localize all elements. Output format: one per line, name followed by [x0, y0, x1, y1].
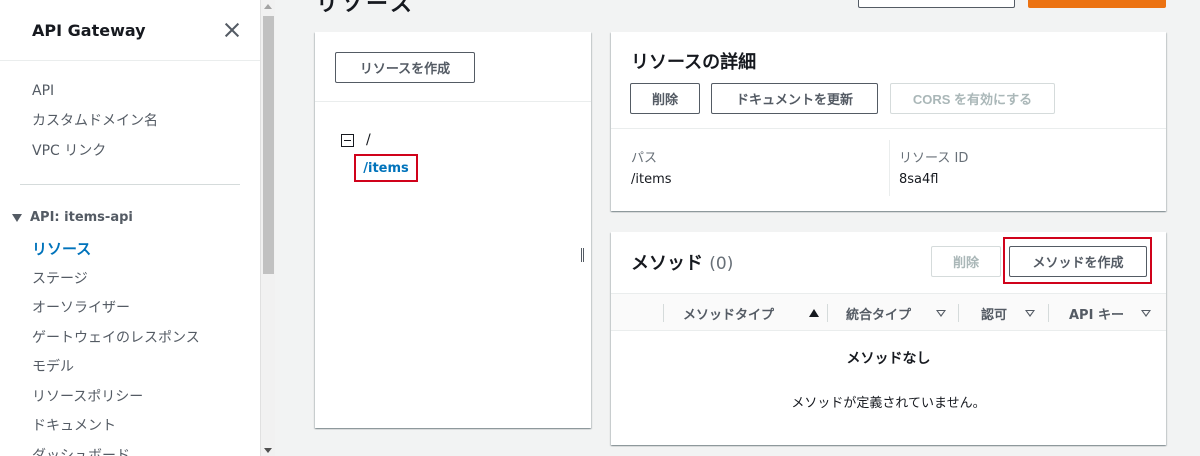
column-api-key-label: API キー — [1069, 307, 1124, 323]
sidebar-header: API Gateway — [0, 0, 260, 60]
sort-icon — [1025, 309, 1035, 317]
sidebar-api-section-label: API: items-api — [30, 210, 133, 225]
panel-resize-handle[interactable] — [581, 248, 584, 262]
tree-root-node[interactable]: / — [341, 132, 371, 148]
caret-down-icon — [12, 213, 22, 222]
sort-ascending-icon — [809, 309, 819, 317]
resource-details-title: リソースの詳細 — [631, 52, 757, 73]
sidebar-item-models[interactable]: モデル — [32, 355, 200, 385]
column-divider — [958, 304, 959, 322]
delete-resource-button[interactable]: 削除 — [630, 83, 700, 114]
sidebar-item-vpc-link[interactable]: VPC リンク — [32, 139, 158, 169]
sidebar-item-resources[interactable]: リソース — [32, 237, 200, 267]
tree-root-label: / — [366, 132, 371, 148]
column-divider — [889, 140, 890, 196]
methods-title-text: メソッド — [631, 253, 703, 274]
sidebar-item-api[interactable]: API — [32, 79, 158, 109]
column-divider — [663, 304, 664, 322]
collapse-icon[interactable] — [341, 133, 354, 147]
column-authorization[interactable]: 認可 — [981, 294, 1035, 332]
resource-id-label: リソース ID — [899, 151, 969, 166]
column-integration-type-label: 統合タイプ — [846, 307, 912, 323]
empty-state-description: メソッドが定義されていません。 — [791, 396, 986, 411]
create-resource-button[interactable]: リソースを作成 — [335, 52, 475, 83]
column-integration-type[interactable]: 統合タイプ — [846, 294, 946, 332]
methods-count: (0) — [709, 254, 734, 274]
sidebar: API Gateway API カスタムドメイン名 VPC リンク API: i… — [0, 0, 260, 456]
resource-tree-header: リソースを作成 — [315, 32, 591, 102]
scrollbar-thumb[interactable] — [263, 16, 274, 274]
close-icon[interactable] — [222, 20, 242, 40]
sidebar-scrollbar[interactable] — [260, 0, 275, 456]
resource-tree-panel: リソースを作成 / /items — [315, 32, 591, 428]
delete-method-button: 削除 — [931, 246, 1001, 277]
column-divider — [1048, 304, 1049, 322]
sidebar-item-stages[interactable]: ステージ — [32, 267, 200, 297]
divider — [20, 184, 240, 185]
sidebar-top-links: API カスタムドメイン名 VPC リンク — [32, 79, 158, 169]
enable-cors-button: CORS を有効にする — [890, 83, 1055, 114]
column-divider — [827, 304, 828, 322]
resource-id-value: 8sa4fl — [899, 172, 939, 187]
column-authorization-label: 認可 — [981, 307, 1008, 323]
sort-icon — [936, 309, 946, 317]
divider — [0, 60, 260, 61]
scroll-down-arrow-icon[interactable] — [264, 448, 272, 453]
sidebar-api-links: リソース ステージ オーソライザー ゲートウェイのレスポンス モデル リソースポ… — [32, 237, 200, 456]
methods-table-header: メソッドタイプ 統合タイプ 認可 API キー — [611, 293, 1166, 331]
sort-icon — [1141, 309, 1151, 317]
column-api-key[interactable]: API キー — [1069, 294, 1151, 332]
methods-panel: メソッド (0) 削除 メソッドを作成 メソッドタイプ 統合タイプ 認可 API… — [611, 232, 1166, 445]
path-value: /items — [631, 172, 672, 187]
methods-title: メソッド (0) — [631, 249, 733, 275]
create-method-highlight: メソッドを作成 — [1003, 237, 1152, 284]
update-documentation-button[interactable]: ドキュメントを更新 — [711, 83, 878, 114]
sidebar-item-documentation[interactable]: ドキュメント — [32, 414, 200, 444]
scroll-up-arrow-icon[interactable] — [264, 4, 272, 9]
header-secondary-button[interactable] — [858, 0, 1015, 8]
path-label: パス — [631, 151, 658, 166]
page-title: リソース — [316, 0, 415, 17]
sidebar-api-section[interactable]: API: items-api — [12, 210, 133, 225]
column-method-type-label: メソッドタイプ — [683, 307, 775, 323]
sidebar-item-custom-domain[interactable]: カスタムドメイン名 — [32, 109, 158, 139]
sidebar-item-authorizers[interactable]: オーソライザー — [32, 296, 200, 326]
header-primary-button[interactable] — [1028, 0, 1166, 8]
column-method-type[interactable]: メソッドタイプ — [683, 294, 819, 332]
sidebar-item-gateway-responses[interactable]: ゲートウェイのレスポンス — [32, 326, 200, 356]
sidebar-item-dashboard[interactable]: ダッシュボード — [32, 444, 200, 456]
divider — [611, 128, 1166, 129]
sidebar-title[interactable]: API Gateway — [32, 21, 146, 40]
create-method-button[interactable]: メソッドを作成 — [1009, 246, 1147, 277]
tree-node-items[interactable]: /items — [354, 154, 418, 182]
sidebar-item-resource-policy[interactable]: リソースポリシー — [32, 385, 200, 415]
empty-state-title: メソッドなし — [846, 351, 931, 367]
resource-details-panel: リソースの詳細 削除 ドキュメントを更新 CORS を有効にする パス /ite… — [611, 32, 1166, 211]
